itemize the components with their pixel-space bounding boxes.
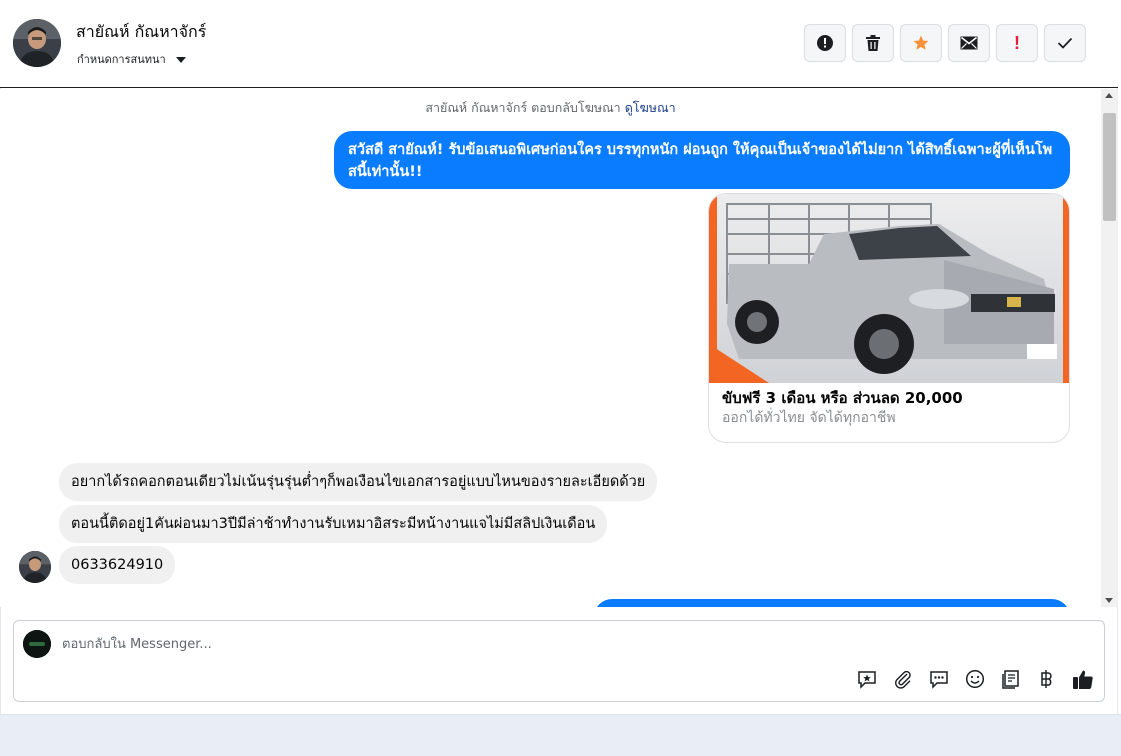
- conversation-schedule-dropdown[interactable]: กำหนดการสนทนา: [77, 50, 186, 68]
- conversation-schedule-label: กำหนดการสนทนา: [77, 53, 166, 66]
- reply-input[interactable]: [62, 633, 822, 655]
- star-button[interactable]: [900, 24, 942, 62]
- view-ad-link[interactable]: ดูโฆษณา: [625, 100, 676, 115]
- incoming-message: ตอนนี้ติดอยู่1คันผ่อนมา3ปีมีล่าช้าทำงานร…: [59, 505, 608, 543]
- follow-up-button[interactable]: !: [996, 24, 1038, 62]
- contact-name: สายัณห์ กัณหาจักร์: [76, 22, 207, 41]
- quick-reply-button[interactable]: [928, 668, 950, 690]
- catalog-button[interactable]: [1000, 668, 1022, 690]
- emoji-button[interactable]: [964, 668, 986, 690]
- attachment-icon: [895, 670, 911, 689]
- like-button[interactable]: [1072, 668, 1094, 690]
- alert-circle-icon: [817, 35, 833, 51]
- catalog-icon: [1002, 670, 1019, 689]
- scroll-down-arrow-icon[interactable]: [1105, 598, 1113, 603]
- mark-unread-button[interactable]: [948, 24, 990, 62]
- baht-icon: [1041, 670, 1052, 688]
- mark-done-button[interactable]: [1044, 24, 1086, 62]
- sender-avatar: [19, 551, 51, 583]
- caret-down-icon: [175, 56, 186, 63]
- spam-button[interactable]: [804, 24, 846, 62]
- message-composer: [13, 620, 1105, 702]
- ad-image: [709, 194, 1069, 383]
- saved-reply-button[interactable]: [856, 668, 878, 690]
- bottom-strip: [0, 714, 1121, 756]
- outgoing-message: สวัสดี สายัณห์! รับข้อเสนอพิเศษก่อนใคร บ…: [334, 131, 1070, 189]
- trash-icon: [866, 35, 880, 51]
- ad-reply-text: สายัณห์ กัณหาจักร์ ตอบกลับโฆษณา: [425, 100, 621, 115]
- composer-tools: [856, 668, 1094, 690]
- message-thread[interactable]: สายัณห์ กัณหาจักร์ ตอบกลับโฆษณา ดูโฆษณา …: [0, 89, 1101, 607]
- scrollbar-thumb[interactable]: [1103, 113, 1116, 221]
- exclamation-icon: !: [1014, 32, 1020, 53]
- header-actions: !: [804, 24, 1086, 62]
- check-icon: [1057, 37, 1073, 49]
- incoming-message: อยากได้รถคอกตอนเดียวไม่เน้นรุ่นรุ่นต่ำๆก…: [59, 463, 658, 501]
- delete-button[interactable]: [852, 24, 894, 62]
- scroll-up-arrow-icon[interactable]: [1105, 93, 1113, 98]
- thumbs-up-icon: [1073, 670, 1093, 689]
- star-icon: [913, 35, 929, 50]
- attachment-button[interactable]: [892, 668, 914, 690]
- saved-reply-icon: [858, 671, 876, 689]
- conversation-header: สายัณห์ กัณหาจักร์ กำหนดการสนทนา !: [0, 0, 1118, 88]
- mail-icon: [960, 36, 978, 50]
- page-avatar: [23, 630, 51, 658]
- ad-preview-card[interactable]: ขับฟรี 3 เดือน หรือ ส่วนลด 20,000 ออกได้…: [708, 193, 1070, 443]
- ad-reply-note: สายัณห์ กัณหาจักร์ ตอบกลับโฆษณา ดูโฆษณา: [0, 98, 1101, 118]
- emoji-icon: [965, 669, 985, 689]
- payment-button[interactable]: [1036, 668, 1058, 690]
- contact-avatar[interactable]: [13, 19, 61, 67]
- chat-bubble-icon: [930, 671, 948, 689]
- incoming-message: 0633624910: [59, 546, 176, 584]
- thread-scrollbar[interactable]: [1101, 89, 1118, 607]
- outgoing-message-partial: [594, 599, 1070, 607]
- ad-subtitle: ออกได้ทั่วไทย จัดได้ทุกอาชีพ: [722, 410, 896, 426]
